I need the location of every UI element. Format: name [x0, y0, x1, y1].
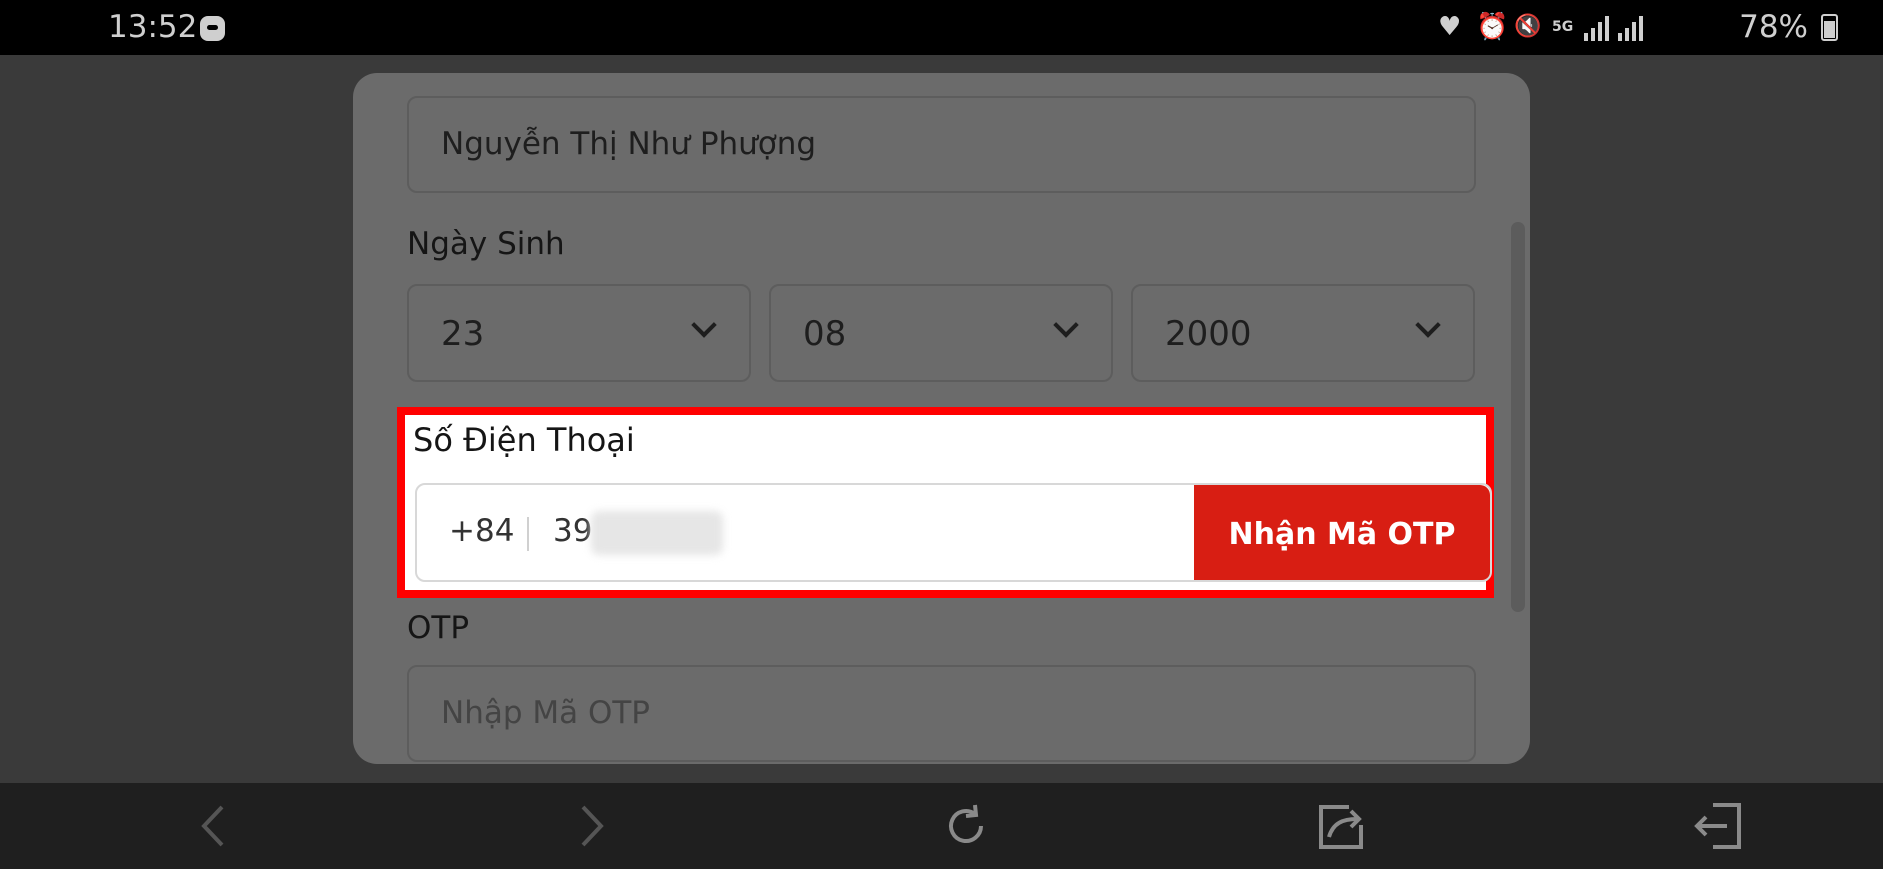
otp-input[interactable]: Nhập Mã OTP: [407, 665, 1476, 762]
dob-month-value: 08: [803, 314, 847, 354]
dob-year-select[interactable]: 2000: [1131, 284, 1475, 382]
dob-day-value: 23: [441, 314, 485, 354]
mute-icon: 🔇: [1514, 14, 1542, 39]
status-time: 13:52: [108, 9, 198, 45]
signal-icon: [1618, 16, 1643, 41]
country-code[interactable]: +84: [449, 513, 514, 549]
phone-label: Số Điện Thoại: [413, 421, 635, 459]
back-button[interactable]: [165, 783, 265, 869]
back-icon: [201, 805, 224, 847]
divider: [527, 517, 529, 551]
game-icon: [200, 16, 225, 41]
dob-label: Ngày Sinh: [407, 226, 565, 262]
dob-year-value: 2000: [1165, 314, 1252, 354]
get-otp-button[interactable]: Nhận Mã OTP: [1194, 485, 1490, 580]
modal-scrollbar[interactable]: [1511, 222, 1525, 612]
reload-button[interactable]: [916, 783, 1016, 869]
browser-nav-bar: [0, 783, 1883, 869]
phone-section-highlight: Số Điện Thoại +84 39 Nhận Mã OTP: [397, 407, 1494, 598]
signal-icon: [1584, 16, 1609, 41]
otp-label: OTP: [407, 610, 470, 646]
redacted-number-blur: [591, 511, 723, 555]
status-icons: ♥ ⏰ 🔇 5G 78%: [1438, 9, 1838, 45]
chevron-down-icon: [1415, 312, 1441, 338]
status-bar: 13:52 ♥ ⏰ 🔇 5G 78%: [0, 0, 1883, 55]
reload-icon: [949, 804, 983, 843]
forward-button[interactable]: [540, 783, 640, 869]
dob-month-select[interactable]: 08: [769, 284, 1113, 382]
full-name-field[interactable]: Nguyễn Thị Như Phượng: [407, 96, 1476, 193]
screen: 13:52 ♥ ⏰ 🔇 5G 78% Nguyễn Thị Như Phượng…: [0, 0, 1883, 869]
share-button[interactable]: [1292, 783, 1392, 869]
dob-day-select[interactable]: 23: [407, 284, 751, 382]
5g-icon: 5G: [1552, 19, 1574, 35]
phone-input[interactable]: +84 39 Nhận Mã OTP: [415, 483, 1492, 582]
heart-icon: ♥: [1438, 12, 1462, 42]
chevron-down-icon: [691, 312, 717, 338]
forward-icon: [581, 805, 604, 847]
full-name-value: Nguyễn Thị Như Phượng: [441, 126, 817, 162]
battery-percentage: 78%: [1739, 9, 1808, 45]
share-icon: [1319, 805, 1363, 849]
phone-number-value: 39: [553, 513, 593, 549]
alarm-icon: ⏰: [1476, 12, 1509, 42]
chevron-down-icon: [1053, 312, 1079, 338]
battery-icon: [1821, 14, 1838, 41]
otp-placeholder: Nhập Mã OTP: [441, 695, 650, 731]
exit-icon: [1694, 803, 1741, 849]
exit-button[interactable]: [1668, 783, 1768, 869]
